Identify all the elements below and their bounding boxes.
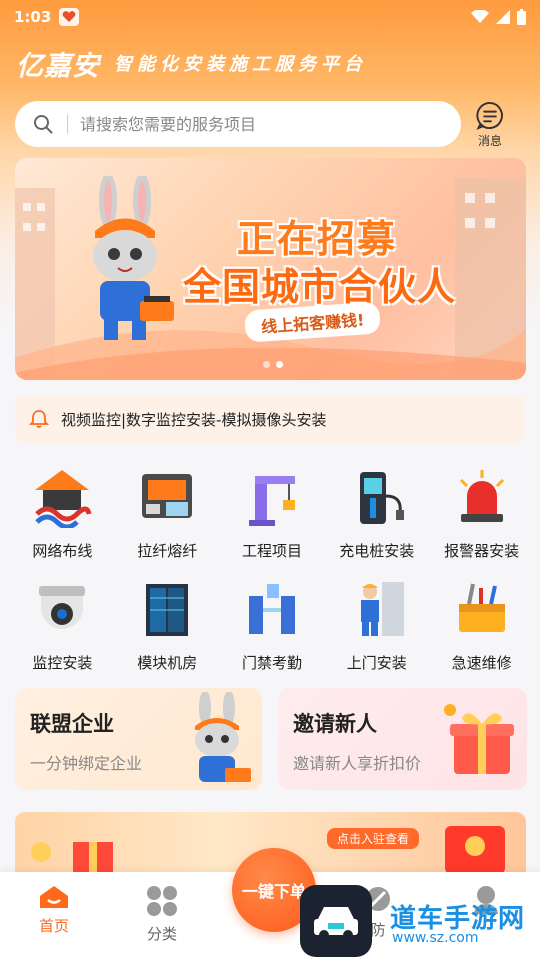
bell-icon: [29, 410, 49, 428]
brand-row: 亿嘉安 智能化安装施工服务平台: [16, 46, 367, 82]
category-icon: [147, 886, 177, 916]
nav-home[interactable]: 首页: [0, 872, 108, 960]
signal-icon: [496, 10, 510, 24]
service-quick-repair[interactable]: 急速维修: [429, 574, 534, 686]
strip-tag: 点击入驻查看: [327, 828, 420, 849]
service-label: 拉纤熔纤: [137, 542, 198, 560]
nav-label: 分类: [146, 925, 177, 943]
service-surveillance-install[interactable]: 监控安装: [10, 574, 115, 686]
service-charging-pile[interactable]: 充电桩安装: [324, 462, 429, 574]
banner-title-line2: 全国城市合伙人: [183, 265, 457, 309]
watermark-car-icon: [300, 885, 372, 957]
service-grid: 网络布线 拉纤熔纤 工程项目 充电桩安装 报警器安装 监控安装 模块机房 门禁考…: [10, 462, 534, 686]
service-label: 报警器安装: [444, 542, 520, 560]
wifi-icon: [471, 10, 489, 23]
home-icon: [40, 886, 68, 908]
message-button[interactable]: 消息: [469, 101, 511, 149]
notice-bar[interactable]: 视频监控|数字监控安装-模拟摄像头安装: [15, 395, 526, 443]
nav-category[interactable]: 分类: [108, 872, 216, 960]
quick-order-label: 一键下单: [241, 882, 306, 901]
invite-new-user-card[interactable]: 邀请新人 邀请新人享折扣价: [278, 688, 527, 790]
service-home-install[interactable]: 上门安装: [324, 574, 429, 686]
crane-icon: [240, 464, 304, 530]
service-label: 网络布线: [32, 542, 93, 560]
message-label: 消息: [477, 134, 502, 148]
alarm-light-icon: [450, 464, 514, 530]
banner-pagination: [263, 361, 283, 368]
banner-dot-active[interactable]: [276, 361, 283, 368]
service-label: 上门安装: [346, 654, 407, 672]
banner-dot[interactable]: [263, 361, 270, 368]
nav-label: 防: [370, 921, 386, 939]
search-input[interactable]: [80, 114, 443, 134]
brand-slogan: 智能化安装施工服务平台: [114, 54, 367, 75]
service-fiber-splicing[interactable]: 拉纤熔纤: [115, 462, 220, 574]
alliance-enterprise-card[interactable]: 联盟企业 一分钟绑定企业: [15, 688, 262, 790]
toolbox-icon: [450, 576, 514, 642]
server-rack-icon: [135, 576, 199, 642]
promo-title: 邀请新人: [293, 712, 377, 736]
service-label: 充电桩安装: [339, 542, 415, 560]
rabbit-mascot-icon: [195, 692, 251, 782]
service-label: 门禁考勤: [241, 654, 302, 672]
fiber-splicer-icon: [135, 464, 199, 530]
notice-text: 视频监控|数字监控安装-模拟摄像头安装: [61, 410, 327, 429]
service-row: 网络布线 拉纤熔纤 工程项目 充电桩安装 报警器安装: [10, 462, 534, 574]
promo-title: 联盟企业: [30, 712, 114, 736]
nav-label: 首页: [38, 917, 69, 935]
watermark-url: www.sz.com: [392, 930, 479, 946]
service-access-attendance[interactable]: 门禁考勤: [220, 574, 325, 686]
banner-title-line1: 正在招募: [237, 217, 398, 261]
service-engineering-project[interactable]: 工程项目: [220, 462, 325, 574]
service-label: 监控安装: [32, 654, 93, 672]
rabbit-mascot-icon: [93, 176, 174, 340]
promo-banner[interactable]: 正在招募 全国城市合伙人 线上拓客赚钱!: [15, 158, 526, 380]
gift-box-icon: [444, 704, 514, 774]
dome-camera-icon: [30, 576, 94, 642]
network-cabling-icon: [30, 464, 94, 530]
brand-logo: 亿嘉安: [16, 50, 100, 82]
charging-pile-icon: [345, 464, 409, 530]
service-label: 急速维修: [451, 654, 512, 672]
promo-subtitle: 邀请新人享折扣价: [293, 754, 422, 773]
search-bar[interactable]: [15, 101, 461, 147]
battery-icon: [517, 9, 526, 25]
message-icon: [476, 101, 503, 130]
service-alarm-install[interactable]: 报警器安装: [429, 462, 534, 574]
service-network-cabling[interactable]: 网络布线: [10, 462, 115, 574]
promo-subtitle: 一分钟绑定企业: [30, 754, 143, 773]
service-label: 工程项目: [241, 542, 302, 560]
service-label: 模块机房: [137, 654, 198, 672]
app-notification-icon: [59, 8, 80, 26]
access-gate-icon: [240, 576, 304, 642]
search-divider: [67, 114, 68, 134]
search-icon: [34, 115, 53, 134]
status-bar: 1:03: [0, 0, 540, 34]
service-module-server-room[interactable]: 模块机房: [115, 574, 220, 686]
worker-icon: [345, 576, 409, 642]
service-row: 监控安装 模块机房 门禁考勤 上门安装 急速维修: [10, 574, 534, 686]
status-time: 1:03: [14, 8, 52, 26]
